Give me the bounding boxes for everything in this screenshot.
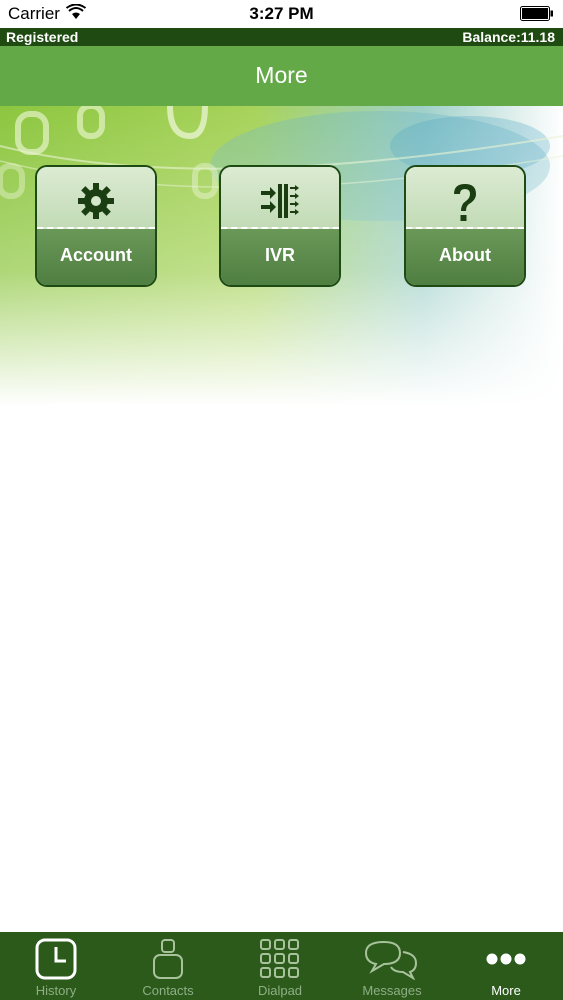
status-bar: Carrier 3:27 PM [0, 0, 563, 28]
question-mark-icon [406, 182, 524, 229]
tab-contacts[interactable]: Contacts [112, 932, 224, 1000]
tab-bar: History Contacts Dialpad Messages More [0, 932, 563, 1000]
tab-history[interactable]: History [0, 932, 112, 1000]
tile-label-about: About [439, 245, 491, 265]
more-dots-icon [450, 938, 562, 985]
page-title: More [255, 62, 308, 88]
clock-time: 3:27 PM [249, 4, 314, 23]
gear-icon [37, 182, 155, 225]
tab-label-more: More [491, 983, 521, 998]
account-tile[interactable]: Account [35, 165, 157, 287]
dialpad-icon [224, 938, 336, 985]
tab-label-history: History [35, 983, 77, 998]
person-icon [112, 938, 224, 985]
tab-more[interactable]: More [450, 932, 562, 1000]
speech-bubbles-icon [336, 938, 448, 985]
ivr-icon [221, 182, 339, 225]
about-tile[interactable]: About [404, 165, 526, 287]
ivr-tile[interactable]: IVR [219, 165, 341, 287]
nav-header: More [0, 46, 563, 106]
balance-label: Balance:11.18 [462, 29, 555, 45]
registration-bar: Registered Balance:11.18 [0, 28, 563, 46]
tab-label-messages: Messages [362, 983, 422, 998]
tab-label-contacts: Contacts [142, 983, 194, 998]
tab-label-dialpad: Dialpad [257, 983, 303, 998]
registration-status: Registered [6, 29, 79, 45]
tile-label-account: Account [60, 245, 132, 265]
clock-icon [0, 938, 112, 985]
tab-messages[interactable]: Messages [336, 932, 448, 1000]
tile-label-ivr: IVR [264, 245, 295, 265]
battery-icon [520, 6, 554, 26]
tab-dialpad[interactable]: Dialpad [224, 932, 336, 1000]
